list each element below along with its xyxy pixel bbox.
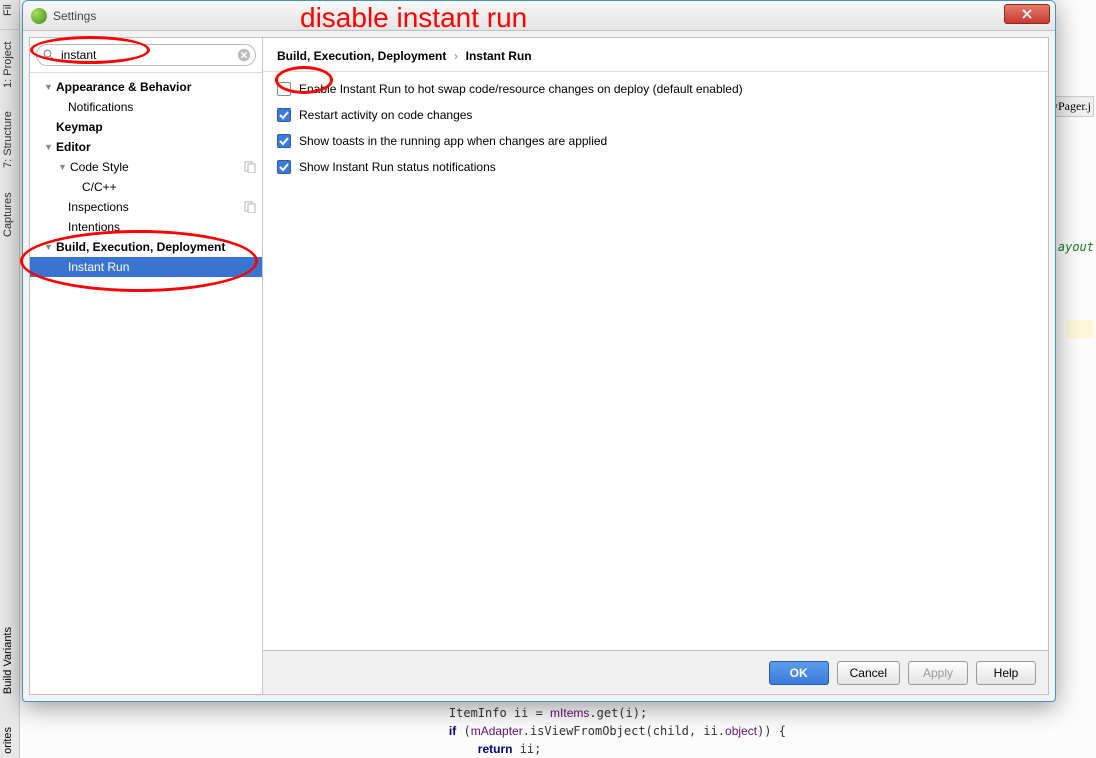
cancel-button[interactable]: Cancel: [837, 661, 900, 685]
titlebar[interactable]: Settings: [23, 1, 1055, 31]
copy-icon: [244, 161, 256, 173]
option-label: Show Instant Run status notifications: [299, 160, 496, 174]
search-box: [36, 44, 256, 66]
bg-tool-project: 1: Project: [0, 30, 16, 100]
bg-highlight: [1066, 320, 1094, 338]
apply-button[interactable]: Apply: [908, 661, 968, 685]
breadcrumb-separator-icon: ›: [454, 49, 458, 63]
option-label: Restart activity on code changes: [299, 108, 472, 122]
option-show-toasts[interactable]: Show toasts in the running app when chan…: [277, 134, 1034, 148]
bg-tool-structure: 7: Structure: [0, 100, 16, 180]
bg-tool-captures: Captures: [0, 180, 16, 250]
dialog-footer: OK Cancel Apply Help: [263, 650, 1048, 694]
option-status-notifications[interactable]: Show Instant Run status notifications: [277, 160, 1034, 174]
bg-tool-build: Build Variants: [0, 623, 16, 698]
breadcrumb: Build, Execution, Deployment › Instant R…: [263, 38, 1048, 72]
option-restart-activity[interactable]: Restart activity on code changes: [277, 108, 1034, 122]
breadcrumb-parent[interactable]: Build, Execution, Deployment: [277, 49, 446, 63]
ok-button[interactable]: OK: [769, 661, 829, 685]
bg-tool-fil: Fil: [0, 0, 16, 20]
app-icon: [31, 8, 47, 24]
tree-intentions[interactable]: Intentions: [30, 217, 262, 237]
tree-build-execution[interactable]: ▼Build, Execution, Deployment: [30, 237, 262, 257]
tree-notifications[interactable]: Notifications: [30, 97, 262, 117]
search-icon: [43, 49, 55, 61]
tree-editor[interactable]: ▼Editor: [30, 137, 262, 157]
close-button[interactable]: [1004, 4, 1050, 24]
option-label: Enable Instant Run to hot swap code/reso…: [299, 82, 743, 96]
tree-instant-run[interactable]: Instant Run: [30, 257, 262, 277]
bg-right-layout: layout: [1051, 240, 1094, 254]
checkbox-toasts[interactable]: [277, 134, 291, 148]
tree-ccpp[interactable]: C/C++: [30, 177, 262, 197]
checkbox-enable[interactable]: [277, 82, 291, 96]
tree-keymap[interactable]: Keymap: [30, 117, 262, 137]
checkbox-status[interactable]: [277, 160, 291, 174]
close-icon: [1022, 9, 1032, 19]
copy-icon: [244, 201, 256, 213]
option-label: Show toasts in the running app when chan…: [299, 134, 607, 148]
tree-inspections[interactable]: Inspections: [30, 197, 262, 217]
option-enable-instant-run[interactable]: Enable Instant Run to hot swap code/reso…: [277, 82, 1034, 96]
tree-appearance-behavior[interactable]: ▼Appearance & Behavior: [30, 77, 262, 97]
tree-code-style[interactable]: ▼Code Style: [30, 157, 262, 177]
settings-dialog: Settings ▼Appearance & Behavior Notifica…: [22, 0, 1056, 702]
bg-tool-fav: orites: [0, 723, 16, 758]
settings-sidebar: ▼Appearance & Behavior Notifications Key…: [30, 38, 263, 694]
checkbox-restart[interactable]: [277, 108, 291, 122]
help-button[interactable]: Help: [976, 661, 1036, 685]
settings-tree: ▼Appearance & Behavior Notifications Key…: [30, 73, 262, 694]
settings-content: Build, Execution, Deployment › Instant R…: [263, 38, 1048, 694]
window-title: Settings: [53, 9, 96, 23]
search-input[interactable]: [61, 48, 231, 62]
clear-search-icon[interactable]: [237, 48, 251, 62]
breadcrumb-current: Instant Run: [466, 49, 532, 63]
